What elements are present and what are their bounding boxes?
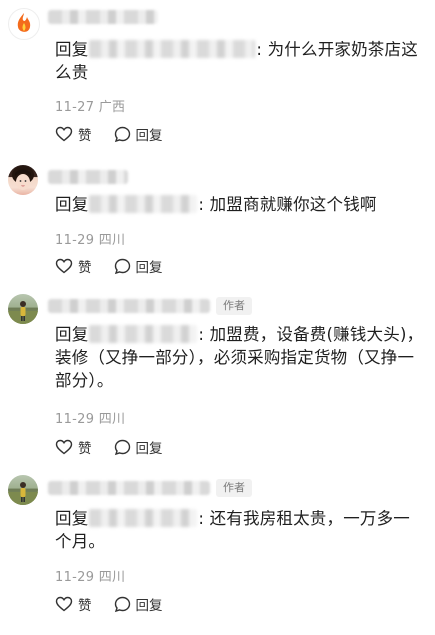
like-button[interactable]: 赞 — [55, 124, 92, 144]
like-button[interactable]: 赞 — [55, 594, 92, 614]
comment-date: 11-29 — [55, 570, 95, 585]
heart-icon — [55, 439, 73, 455]
heart-icon — [55, 596, 73, 612]
comment-meta: 11-29 四川 — [55, 408, 125, 427]
reply-label: 回复 — [135, 260, 163, 276]
avatar[interactable] — [8, 475, 38, 505]
comment-actions: 赞 回复 — [55, 594, 185, 614]
heart-icon — [55, 126, 73, 142]
avatar[interactable] — [8, 8, 40, 40]
reply-label: 回复 — [135, 128, 163, 144]
mentioned-user-masked[interactable] — [89, 195, 198, 213]
girl-photo-icon — [12, 166, 34, 190]
reply-label: 回复 — [135, 441, 163, 457]
username-masked[interactable] — [48, 481, 210, 495]
like-button[interactable]: 赞 — [55, 437, 92, 457]
comment-text: 回复: 加盟费，设备费(赚钱大头)，装修（又挣一部分），必须采购指定货物（又挣一… — [55, 323, 425, 392]
speech-bubble-icon — [114, 258, 130, 274]
reply-prefix: 回复 — [55, 509, 89, 528]
author-badge: 作者 — [216, 297, 252, 315]
reply-prefix: 回复 — [55, 195, 89, 214]
comment-location: 四川 — [98, 233, 126, 248]
comment-date: 11-29 — [55, 233, 95, 248]
username-masked[interactable] — [48, 299, 210, 313]
reply-label: 回复 — [135, 598, 163, 614]
comment-text: 回复 : 加盟商就赚你这个钱啊 — [55, 193, 425, 216]
reply-prefix: 回复 — [55, 325, 89, 344]
outdoor-photo-icon — [8, 482, 38, 505]
like-button[interactable]: 赞 — [55, 256, 92, 276]
username-masked[interactable] — [48, 170, 128, 184]
like-label: 赞 — [78, 260, 92, 276]
avatar[interactable] — [8, 165, 38, 195]
comment-meta: 11-27 广西 — [55, 96, 125, 115]
comment-meta: 11-29 四川 — [55, 229, 125, 248]
comment-location: 广西 — [98, 100, 126, 115]
comment-actions: 赞 回复 — [55, 124, 185, 144]
comment-meta: 11-29 四川 — [55, 566, 125, 585]
username-masked[interactable] — [48, 10, 158, 24]
comment-actions: 赞 回复 — [55, 437, 185, 457]
comment-date: 11-27 — [55, 100, 95, 115]
comment-location: 四川 — [98, 412, 126, 427]
comment-text: 回复: 为什么开家奶茶店这么贵 — [55, 38, 425, 84]
speech-bubble-icon — [114, 126, 130, 142]
avatar[interactable] — [8, 294, 38, 324]
comment-actions: 赞 回复 — [55, 256, 185, 276]
reply-button[interactable]: 回复 — [114, 594, 163, 614]
like-label: 赞 — [78, 598, 92, 614]
mentioned-user-masked[interactable] — [89, 325, 198, 343]
comment-body: : 加盟商就赚你这个钱啊 — [198, 195, 377, 214]
speech-bubble-icon — [114, 596, 130, 612]
reply-button[interactable]: 回复 — [114, 256, 163, 276]
comment-text: 回复: 还有我房租太贵，一万多一个月。 — [55, 507, 425, 553]
comment-location: 四川 — [98, 570, 126, 585]
speech-bubble-icon — [114, 439, 130, 455]
mentioned-user-masked[interactable] — [89, 509, 198, 527]
mentioned-user-masked[interactable] — [89, 40, 256, 58]
heart-icon — [55, 258, 73, 274]
reply-button[interactable]: 回复 — [114, 437, 163, 457]
author-badge: 作者 — [216, 479, 252, 497]
outdoor-photo-icon — [8, 301, 38, 324]
like-label: 赞 — [78, 128, 92, 144]
reply-button[interactable]: 回复 — [114, 124, 163, 144]
comment-date: 11-29 — [55, 412, 95, 427]
reply-prefix: 回复 — [55, 40, 89, 59]
flame-logo-icon — [10, 10, 38, 38]
like-label: 赞 — [78, 441, 92, 457]
